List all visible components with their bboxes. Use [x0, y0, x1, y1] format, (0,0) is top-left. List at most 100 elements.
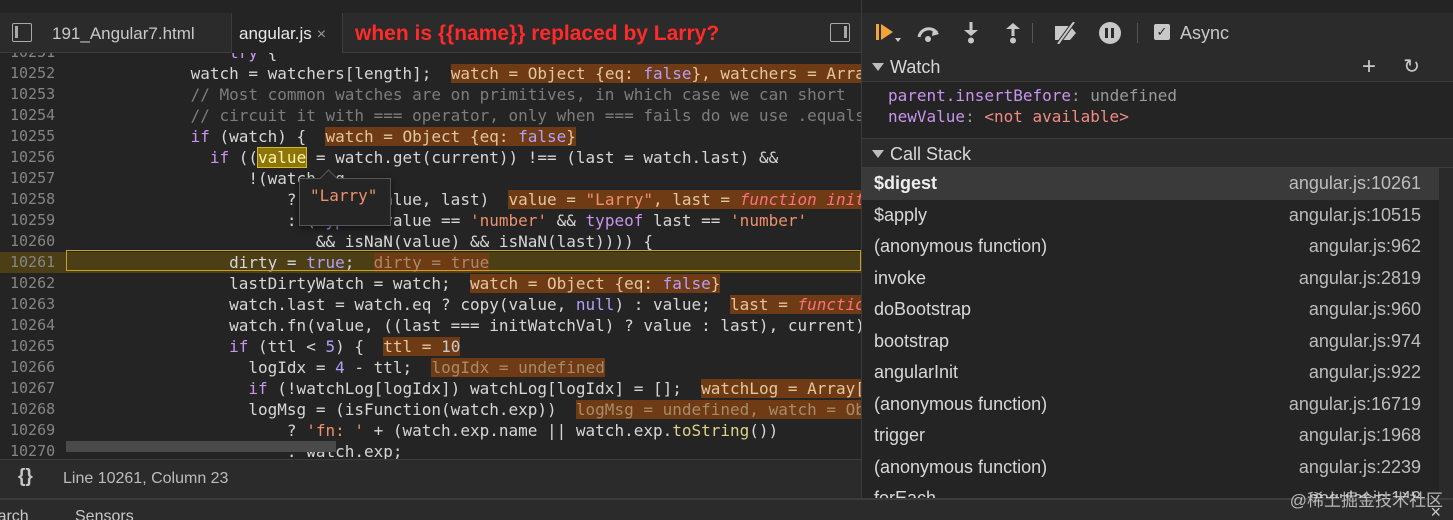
line-number: 10264: [10, 316, 56, 334]
frame-location: angular.js:1968: [1298, 425, 1421, 445]
frame-name: forEach: [874, 488, 937, 498]
editor-tab-bar: 191_Angular7.html angular.js × when is {{…: [0, 13, 861, 53]
watch-expression: newValue: [888, 107, 966, 126]
async-checkbox[interactable]: ✓: [1154, 24, 1170, 40]
line-number: 10252: [10, 64, 56, 82]
line-number: 10257: [10, 169, 56, 187]
tab-close-icon[interactable]: ×: [317, 26, 326, 43]
code-line: 10258 ? equals(value, last) value = "Lar…: [0, 189, 861, 210]
call-frame[interactable]: angularInit angular.js:922: [862, 357, 1453, 389]
watch-title: Watch: [890, 57, 941, 77]
horizontal-scrollbar[interactable]: [66, 441, 336, 452]
line-number: 10269: [10, 421, 56, 439]
frame-location: angular.js:2819: [1298, 267, 1421, 288]
call-frame[interactable]: doBootstrap angular.js:960: [862, 294, 1453, 326]
line-number: 10268: [10, 400, 56, 418]
async-label: Async: [1180, 23, 1230, 43]
code-line: 10268 logMsg = (isFunction(watch.exp)) l…: [0, 399, 861, 420]
code-line: 10259 : (typeof value == 'number' && typ…: [10, 211, 808, 230]
value-tooltip: "Larry": [299, 178, 391, 226]
debugger-toolbar: ✓ Async: [862, 13, 1453, 53]
tab-label: angular.js: [239, 24, 312, 43]
current-line-marker: [66, 250, 861, 271]
deactivate-breakpoints-icon[interactable]: [1052, 20, 1076, 46]
call-frame[interactable]: invoke angular.js:2819: [862, 263, 1453, 295]
call-stack-section-header[interactable]: Call Stack: [862, 138, 1453, 168]
watch-list: parent.insertBefore: undefined newValue:…: [862, 83, 1453, 138]
line-number: 10251: [10, 53, 66, 63]
line-number: 10262: [10, 274, 56, 292]
line-number: 10255: [10, 127, 56, 145]
editor-status-bar: {} Line 10261, Column 23: [0, 459, 861, 498]
call-frame[interactable]: (anonymous function) angular.js:962: [862, 231, 1453, 263]
frame-location: angular.js:16719: [1288, 393, 1421, 414]
call-frame[interactable]: trigger angular.js:1968: [862, 420, 1453, 452]
code-line: 10255 if (watch) { watch = Object {eq: f…: [10, 127, 576, 146]
toolbar-separator: [1137, 23, 1138, 43]
frame-name: invoke: [874, 267, 927, 288]
line-number: 10253: [10, 85, 56, 103]
code-line: 10252 watch = watchers[length]; watch = …: [0, 63, 861, 84]
frame-name: doBootstrap: [874, 299, 972, 319]
line-number: 10270: [10, 442, 56, 459]
frame-name: $apply: [874, 204, 928, 225]
drawer-tab-label: Search: [0, 508, 29, 520]
toggle-navigator-icon[interactable]: [12, 23, 32, 42]
call-frame[interactable]: $apply angular.js:10515: [862, 200, 1453, 232]
code-line: 10256 if ((value = watch.get(current)) !…: [10, 147, 779, 168]
pretty-print-icon[interactable]: {}: [18, 466, 33, 488]
sources-panel: 191_Angular7.html angular.js × when is {{…: [0, 0, 861, 498]
call-frame-selected[interactable]: $digest angular.js:10261: [862, 168, 1453, 200]
resume-icon[interactable]: [874, 22, 901, 44]
code-line: 10254 // circuit it with === operator, o…: [10, 106, 861, 125]
tab-label: 191_Angular7.html: [52, 24, 195, 43]
call-frame[interactable]: bootstrap angular.js:974: [862, 326, 1453, 358]
frame-location: angular.js:960: [1308, 299, 1421, 319]
code-line: 10260 && isNaN(value) && isNaN(last)))) …: [10, 232, 653, 251]
code-editor[interactable]: 10251 try { 10252 watch = watchers[lengt…: [0, 53, 861, 459]
call-frame[interactable]: (anonymous function) angular.js:16719: [862, 389, 1453, 421]
line-number: 10265: [10, 337, 56, 355]
expand-triangle-icon: [872, 150, 884, 158]
code-line: 10267 if (!watchLog[logIdx]) watchLog[lo…: [0, 378, 861, 399]
drawer-tab-search[interactable]: Search: [0, 508, 66, 520]
refresh-watch-icon[interactable]: ↻: [1403, 52, 1420, 82]
drawer-tab-label: Sensors: [75, 508, 134, 520]
code-line: 10266 logIdx = 4 - ttl; logIdx = undefin…: [10, 358, 605, 377]
code-line: 10262 lastDirtyWatch = watch; watch = Ob…: [10, 274, 721, 293]
drawer-tab-sensors[interactable]: Sensors: [75, 508, 134, 520]
frame-location: angular.js:10261: [1288, 173, 1421, 193]
watch-item[interactable]: newValue: <not available>: [888, 107, 1129, 126]
pause-on-exceptions-icon[interactable]: [1099, 22, 1121, 44]
line-number: 10266: [10, 358, 56, 376]
step-over-icon[interactable]: [916, 22, 940, 44]
frame-name: angularInit: [874, 362, 959, 382]
frame-name: bootstrap: [874, 330, 950, 351]
tab-angular-js[interactable]: angular.js ×: [231, 13, 343, 53]
code-line: 10265 if (ttl < 5) { ttl = 10: [10, 337, 461, 356]
call-frame[interactable]: (anonymous function) angular.js:2239: [862, 452, 1453, 484]
vertical-scrollbar[interactable]: [1439, 168, 1453, 498]
tab-191-angular7-html[interactable]: 191_Angular7.html: [40, 13, 230, 53]
watch-section-header[interactable]: Watch + ↻: [862, 52, 1453, 82]
code-line: 10253 // Most common watches are on prim…: [10, 85, 846, 104]
code-line: 10257 !(watch.eq: [10, 169, 345, 188]
frame-name: (anonymous function): [874, 236, 1048, 256]
line-number: 10259: [10, 211, 56, 229]
line-number: 10261: [10, 253, 56, 271]
code-line: 10263 watch.last = watch.eq ? copy(value…: [0, 294, 861, 315]
step-into-icon[interactable]: [959, 22, 983, 44]
call-stack-list: $digest angular.js:10261 $apply angular.js…: [862, 168, 1453, 498]
watch-item[interactable]: parent.insertBefore: undefined: [888, 86, 1177, 105]
frame-name: (anonymous function): [874, 456, 1048, 477]
line-number: 10267: [10, 379, 56, 397]
toggle-debugger-icon[interactable]: [830, 23, 850, 42]
code-line: 10269 ? 'fn: ' + (watch.exp.name || watc…: [10, 421, 779, 440]
add-watch-icon[interactable]: +: [1362, 52, 1376, 82]
frame-location: angular.js:10515: [1288, 204, 1421, 225]
tooltip-value: "Larry": [310, 186, 378, 205]
toolbar-separator: [1032, 23, 1033, 43]
line-number: 10263: [10, 295, 56, 313]
step-out-icon[interactable]: [1001, 22, 1025, 44]
call-stack-title: Call Stack: [890, 144, 972, 164]
